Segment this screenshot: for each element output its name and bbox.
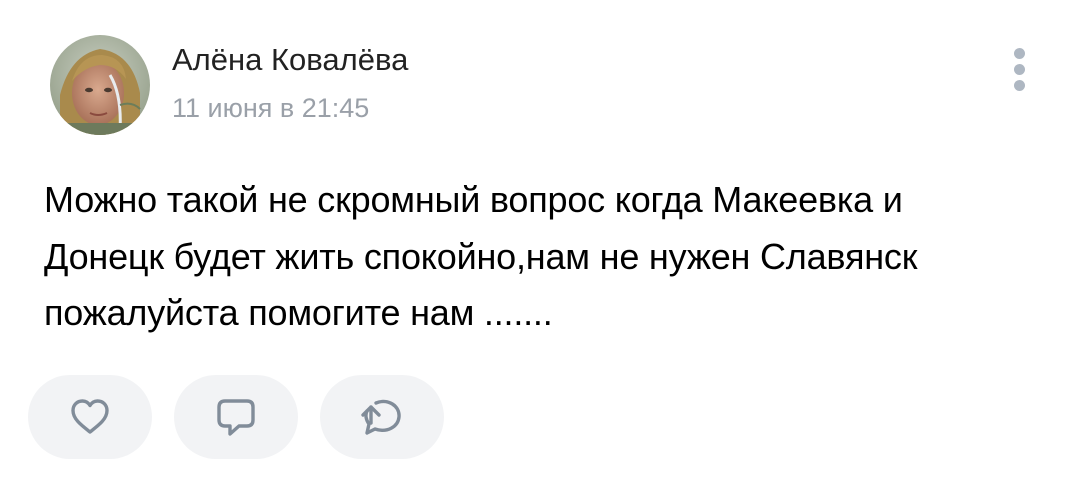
comment-icon xyxy=(217,399,255,436)
more-options-button[interactable] xyxy=(1000,40,1040,96)
post-timestamp[interactable]: 11 июня в 21:45 xyxy=(172,91,369,125)
avatar[interactable] xyxy=(50,35,150,135)
post-card: Алёна Ковалёва 11 июня в 21:45 Можно так… xyxy=(0,0,1080,477)
like-button[interactable] xyxy=(28,375,152,459)
share-icon xyxy=(361,399,401,435)
avatar-photo xyxy=(50,35,150,135)
author-name[interactable]: Алёна Ковалёва xyxy=(172,41,408,79)
heart-icon xyxy=(71,399,109,434)
comment-button[interactable] xyxy=(174,375,298,459)
more-vertical-icon xyxy=(1014,48,1025,59)
more-vertical-icon-dot xyxy=(1014,64,1025,75)
share-button[interactable] xyxy=(320,375,444,459)
more-vertical-icon-dot xyxy=(1014,80,1025,91)
post-text: Можно такой не скромный вопрос когда Мак… xyxy=(44,179,918,333)
